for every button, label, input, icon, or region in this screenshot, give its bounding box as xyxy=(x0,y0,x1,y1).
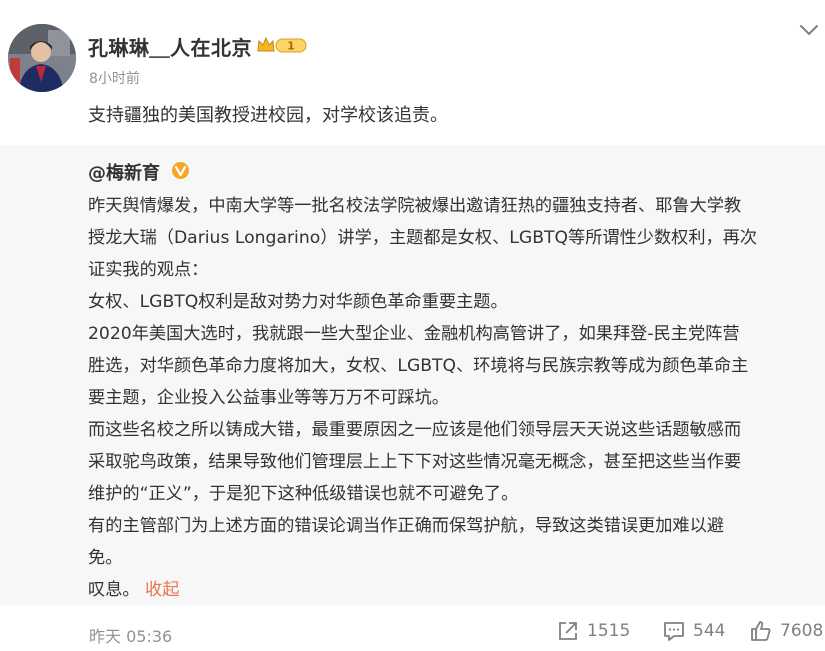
repost-line: 证实我的观点： xyxy=(88,260,209,280)
repost-last-line: 叹息。 收起 xyxy=(88,575,179,600)
repost-line: 授龙大瑞（Darius Longarino）讲学，主题都是女权、LGBTQ等所谓… xyxy=(88,228,758,248)
repost-line: 而这些名校之所以铸成大错，最重要原因之一应该是他们领导层天天说这些话题敏感而 xyxy=(88,420,742,440)
verified-badge-icon xyxy=(171,161,190,180)
vip-level-number: 1 xyxy=(287,40,295,53)
repost-author[interactable]: @梅新育 xyxy=(88,159,160,185)
like-count: 7608 xyxy=(780,621,824,641)
thumbs-up-icon xyxy=(751,621,771,641)
avatar[interactable] xyxy=(8,24,76,92)
repost-line: 要主题，企业投入公益事业等等万万不可踩坑。 xyxy=(88,388,449,408)
post-time[interactable]: 8小时前 xyxy=(89,68,140,88)
repost-line: 2020年美国大选时，我就跟一些大型企业、金融机构高管讲了，如果拜登-民主党阵营 xyxy=(88,324,740,344)
repost-line: 有的主管部门为上述方面的错误论调当作正确而保驾护航，导致这类错误更加难以避 xyxy=(88,516,724,536)
like-button[interactable]: 7608 xyxy=(750,619,823,643)
repost-line: 免。 xyxy=(88,548,123,568)
sigh-text: 叹息。 xyxy=(88,580,140,600)
post-text: 支持疆独的美国教授进校园，对学校该追责。 xyxy=(88,105,448,126)
repost-line: 胜选，对华颜色革命力度将加大，女权、LGBTQ、环境将与民族宗教等成为颜色革命主 xyxy=(88,356,749,376)
repost-line: 维护的“正义”，于是犯下这种低级错误也就不可避免了。 xyxy=(88,484,519,504)
repost-time[interactable]: 昨天 05:36 xyxy=(89,623,172,647)
original-post: 孔琳琳＿人在北京 1 8小时前 支持疆独的美国教授进校园，对学校该追责。 xyxy=(0,0,825,145)
crown-icon: 1 xyxy=(257,36,307,53)
vip-level-badge[interactable]: 1 xyxy=(256,35,308,55)
repost-line: 昨天舆情爆发，中南大学等一批名校法学院被爆出邀请狂热的疆独支持者、耶鲁大学教 xyxy=(88,196,742,216)
avatar-image xyxy=(8,24,76,92)
comment-icon xyxy=(664,622,684,641)
collapse-link[interactable]: 收起 xyxy=(145,580,179,600)
chevron-down-icon[interactable] xyxy=(798,22,820,38)
repost-line: 女权、LGBTQ权利是敌对势力对华颜色革命重要主题。 xyxy=(88,292,508,312)
repost-button[interactable]: 1515 xyxy=(557,619,630,643)
share-icon xyxy=(559,622,577,640)
repost-line: 采取驼鸟政策，结果导致他们管理层上上下下对这些情况毫无概念，甚至把这些当作要 xyxy=(88,452,742,472)
repost-count: 1515 xyxy=(587,621,631,641)
comment-button[interactable]: 544 xyxy=(663,619,725,643)
comment-count: 544 xyxy=(693,621,726,641)
author-name[interactable]: 孔琳琳＿人在北京 xyxy=(88,32,252,61)
repost-footer: 昨天 05:36 1515 544 7608 xyxy=(0,605,825,651)
reposted-content: @梅新育 昨天舆情爆发，中南大学等一批名校法学院被爆出邀请狂热的疆独支持者、耶鲁… xyxy=(0,145,825,605)
